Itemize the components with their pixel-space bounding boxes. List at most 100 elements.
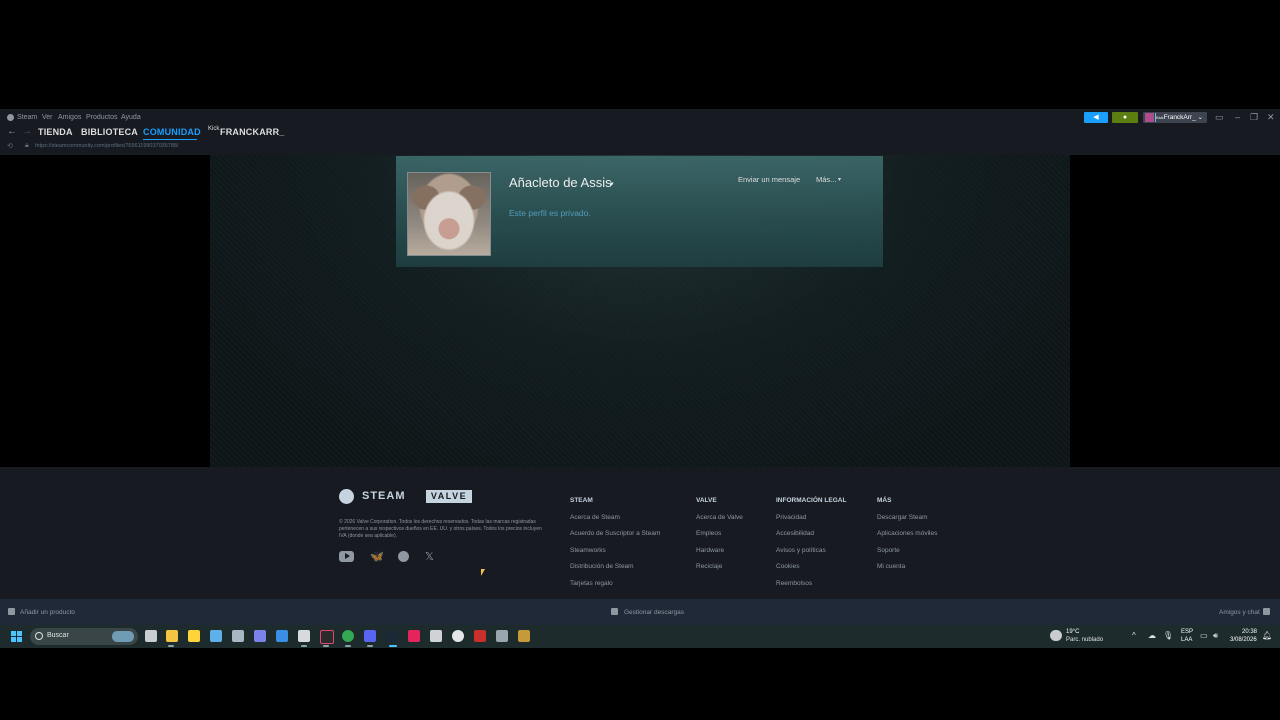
chrome-icon[interactable] [342, 630, 354, 642]
active-indicator [389, 645, 397, 647]
sticky-notes-icon[interactable] [188, 630, 200, 642]
send-message-button[interactable]: Enviar un mensaje [738, 175, 800, 184]
clock-date[interactable]: 3/08/2026 [1230, 637, 1257, 643]
search-placeholder: Buscar [47, 632, 69, 639]
back-arrow-icon[interactable]: ← [7, 126, 17, 137]
footer-link[interactable]: Descargar Steam [877, 514, 928, 521]
footer-link[interactable]: Hardware [696, 547, 724, 554]
tab-comunidad[interactable]: COMUNIDAD [143, 127, 201, 137]
menu-ver[interactable]: Ver [42, 114, 53, 121]
notification-center-icon[interactable]: 🔔︎ [1262, 631, 1272, 640]
calculator-icon[interactable] [232, 630, 244, 642]
footer-link[interactable]: Soporte [877, 547, 900, 554]
snipping-tool-icon[interactable] [298, 630, 310, 642]
task-view-icon[interactable] [145, 630, 157, 642]
download-icon [611, 608, 618, 615]
megaphone-icon: ◀ [1093, 114, 1099, 121]
forward-arrow-icon[interactable]: → [22, 126, 32, 137]
running-indicator [168, 645, 174, 647]
facebook-icon[interactable] [398, 551, 409, 562]
teams-icon[interactable] [254, 630, 266, 642]
app-icon[interactable] [452, 630, 464, 642]
start-tile [11, 637, 16, 642]
search-icon [35, 632, 43, 640]
weather-description[interactable]: Parc. nublado [1066, 637, 1103, 643]
chevron-down-icon: ⌄ [1197, 114, 1203, 121]
app-icon[interactable] [474, 630, 486, 642]
weather-icon[interactable] [1050, 630, 1062, 641]
nav-bar: ← → TIENDA BIBLIOTECA COMUNIDAD Kick FRA… [0, 125, 1280, 141]
keyboard-layout-indicator[interactable]: LAA [1181, 637, 1192, 643]
start-tile [11, 631, 16, 636]
discord-icon[interactable] [364, 630, 376, 642]
menu-ayuda[interactable]: Ayuda [121, 114, 141, 121]
file-explorer-icon[interactable] [166, 630, 178, 642]
manage-downloads-button[interactable]: Gestionar descargas [624, 609, 684, 616]
bluesky-icon[interactable]: 🦋 [370, 550, 384, 563]
volume-icon[interactable]: 🔊︎ [1213, 631, 1218, 641]
footer-link[interactable]: Empleos [696, 530, 721, 537]
footer-link[interactable]: Reciclaje [696, 563, 722, 570]
friends-chat-button[interactable]: Amigos y chat [1219, 609, 1260, 616]
more-button[interactable]: Más... [816, 175, 836, 184]
footer-link[interactable]: Acuerdo de Suscriptor a Steam [570, 530, 660, 537]
weather-temperature[interactable]: 19°C [1066, 629, 1079, 635]
footer-link[interactable]: Aplicaciones móviles [877, 530, 937, 537]
tiktok-icon[interactable] [408, 630, 420, 642]
footer-link[interactable]: Cookies [776, 563, 799, 570]
microphone-icon[interactable]: 🎙︎ [1163, 631, 1173, 640]
minimize-icon[interactable]: – [1235, 112, 1240, 122]
tab-tienda[interactable]: TIENDA [38, 127, 73, 137]
taskbar: Buscar 19°C Parc. nublado ^ ☁ 🎙︎ ESP LAA… [0, 625, 1280, 648]
tab-username[interactable]: FRANCKARR_ [220, 127, 285, 137]
footer-link[interactable]: Tarjetas regalo [570, 580, 613, 587]
network-icon[interactable]: ▭ [1200, 631, 1208, 640]
tab-biblioteca[interactable]: BIBLIOTECA [81, 127, 138, 137]
footer-link[interactable]: Distribución de Steam [570, 563, 634, 570]
notepad-icon[interactable] [210, 630, 222, 642]
app-icon[interactable] [430, 630, 442, 642]
language-indicator[interactable]: ESP [1181, 629, 1193, 635]
menu-steam[interactable]: Steam [17, 114, 37, 121]
footer-link[interactable]: Acerca de Steam [570, 514, 620, 521]
chevron-down-icon[interactable]: ▾ [610, 180, 614, 188]
windows-start-icon[interactable] [11, 631, 22, 642]
steam-icon[interactable] [386, 630, 398, 642]
x-icon[interactable]: 𝕏 [425, 550, 434, 563]
mail-icon[interactable] [276, 630, 288, 642]
notifications-button[interactable]: ● [1112, 112, 1138, 123]
username-prefix: Kick [208, 126, 220, 132]
footer-link[interactable]: Steamworks [570, 547, 606, 554]
add-product-button[interactable]: Añadir un producto [20, 609, 75, 616]
app-icon[interactable] [518, 630, 530, 642]
refresh-icon[interactable]: ⟲ [7, 142, 13, 150]
menu-amigos[interactable]: Amigos [58, 114, 81, 121]
footer-link[interactable]: Avisos y políticas [776, 547, 826, 554]
epic-games-icon[interactable] [320, 630, 334, 644]
menu-productos[interactable]: Productos [86, 114, 118, 121]
footer-header-valve: VALVE [696, 497, 717, 504]
maximize-icon[interactable]: ❐ [1250, 112, 1258, 123]
footer-link[interactable]: Mi cuenta [877, 563, 905, 570]
tray-overflow-icon[interactable]: ^ [1132, 631, 1136, 640]
profile-page: Añacleto de Assis ▾ Este perfil es priva… [0, 155, 1280, 467]
onedrive-icon[interactable]: ☁ [1148, 631, 1156, 640]
account-menu-button[interactable]: KickFranckArr_ ⌄ [1143, 112, 1207, 123]
url-text[interactable]: https://steamcommunity.com/profiles/7656… [35, 143, 179, 149]
persona-name[interactable]: Añacleto de Assis [509, 175, 612, 190]
footer-header-mas: MÁS [877, 497, 892, 504]
footer-link[interactable]: Acerca de Valve [696, 514, 743, 521]
footer-link[interactable]: Privacidad [776, 514, 806, 521]
clock-time[interactable]: 20:38 [1242, 629, 1257, 635]
taskbar-search[interactable]: Buscar [30, 628, 138, 645]
footer-header-steam: STEAM [570, 497, 593, 504]
valve-logo[interactable]: VALVE [426, 490, 472, 503]
footer-link[interactable]: Accesibilidad [776, 530, 814, 537]
monitor-icon[interactable]: ▭ [1215, 112, 1224, 123]
chevron-down-icon[interactable]: ▾ [838, 176, 841, 183]
footer-link[interactable]: Reembolsos [776, 580, 812, 587]
announcements-button[interactable]: ◀ [1084, 112, 1108, 123]
close-icon[interactable]: ✕ [1267, 112, 1275, 123]
youtube-icon[interactable] [339, 551, 354, 562]
settings-icon[interactable] [496, 630, 508, 642]
